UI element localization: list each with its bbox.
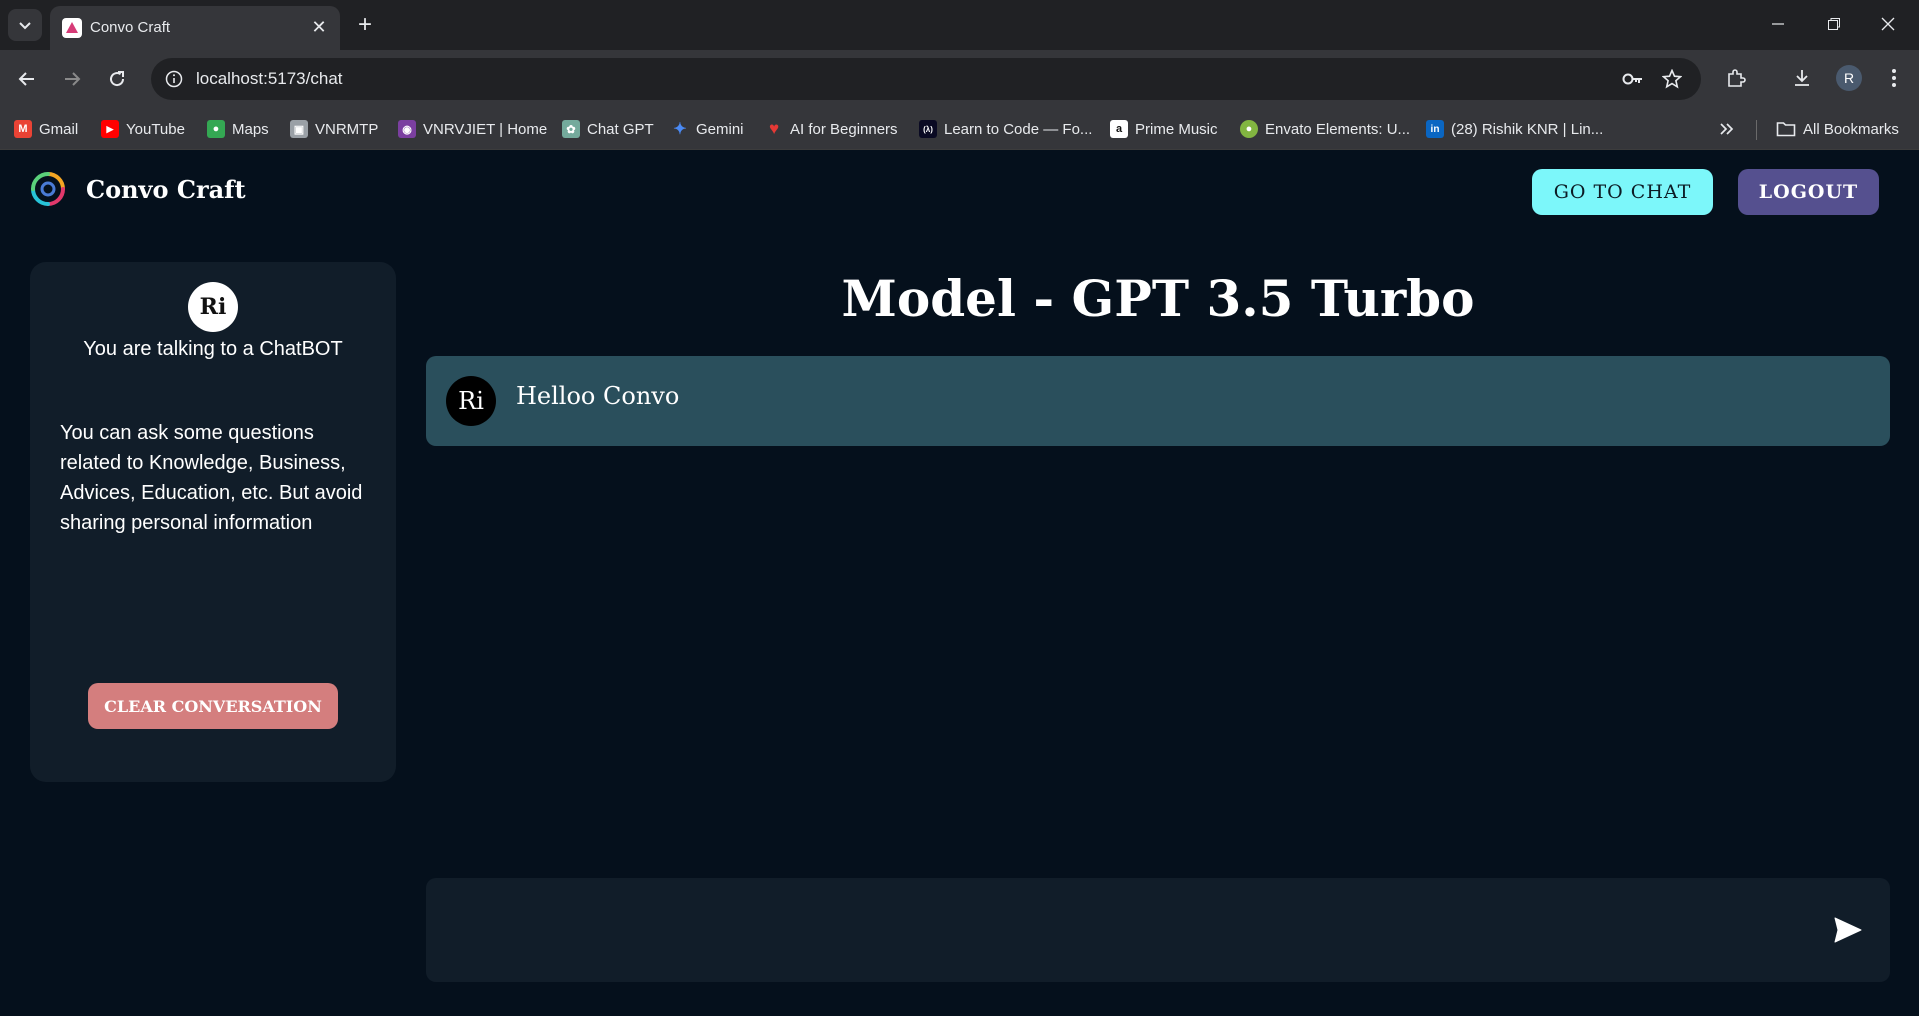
address-bar[interactable]: localhost:5173/chat [151, 58, 1701, 100]
close-tab-icon[interactable]: ✕ [308, 16, 330, 38]
browser-tab-strip: Convo Craft ✕ + [0, 0, 1919, 50]
heart-icon: ♥ [768, 119, 780, 138]
chatgpt-icon: ✿ [562, 120, 580, 138]
download-icon[interactable] [1788, 64, 1816, 92]
browser-toolbar: localhost:5173/chat R [0, 50, 1919, 108]
bookmark-gemini[interactable]: ✦ Gemini [671, 117, 744, 141]
bookmark-maps[interactable]: ● Maps [207, 117, 269, 141]
browser-menu-icon[interactable] [1880, 64, 1908, 92]
sidebar-description: You can ask some questions related to Kn… [60, 422, 363, 534]
all-bookmarks-button[interactable]: All Bookmarks [1776, 117, 1899, 141]
bookmark-ai-for-beginners[interactable]: ♥ AI for Beginners [765, 117, 898, 141]
bookmark-vnrvjiet[interactable]: ◉ VNRVJIET | Home [398, 117, 547, 141]
bookmark-label: VNRMTP [315, 120, 379, 138]
logout-button[interactable]: LOGOUT [1738, 169, 1879, 215]
bookmark-label: (28) Rishik KNR | Lin... [1451, 120, 1604, 138]
bookmarks-bar: M Gmail ▶ YouTube ● Maps ▣ VNRMTP ◉ VNRV… [0, 108, 1919, 150]
gemini-icon: ✦ [673, 121, 687, 138]
chat-input[interactable] [446, 898, 1816, 962]
amazon-icon: a [1110, 120, 1128, 138]
chat-sidebar: Ri You are talking to a ChatBOT You can … [30, 262, 396, 782]
bookmark-label: Learn to Code — Fo... [944, 120, 1093, 138]
bookmark-linkedin[interactable]: in (28) Rishik KNR | Lin... [1426, 117, 1603, 141]
bookmark-label: Chat GPT [587, 120, 654, 138]
send-button[interactable] [1831, 913, 1865, 947]
convo-craft-logo-icon [31, 172, 65, 206]
user-avatar: Ri [188, 282, 238, 332]
app-viewport: Convo Craft GO TO CHAT LOGOUT Ri You are… [0, 151, 1919, 1016]
site-info-icon[interactable] [163, 68, 185, 90]
extensions-icon[interactable] [1722, 64, 1750, 92]
freecodecamp-icon: (λ) [919, 120, 937, 138]
model-title: Model - GPT 3.5 Turbo [841, 269, 1475, 328]
sidebar-title: You are talking to a ChatBOT [83, 338, 343, 360]
forward-button[interactable] [56, 63, 88, 95]
bookmark-freecodecamp[interactable]: (λ) Learn to Code — Fo... [919, 117, 1092, 141]
all-bookmarks-label: All Bookmarks [1803, 120, 1899, 138]
reload-icon [110, 71, 125, 87]
bookmark-vnrmtp[interactable]: ▣ VNRMTP [290, 117, 378, 141]
bookmark-label: VNRVJIET | Home [423, 120, 548, 138]
maps-pin-icon: ● [207, 120, 225, 138]
message-text: Helloo Convo [516, 382, 680, 410]
minimize-button[interactable] [1756, 8, 1800, 40]
youtube-icon: ▶ [101, 120, 119, 138]
bookmark-label: Envato Elements: U... [1265, 120, 1411, 138]
bookmark-prime-music[interactable]: a Prime Music [1110, 117, 1218, 141]
go-to-chat-button[interactable]: GO TO CHAT [1532, 169, 1713, 215]
convo-craft-favicon-icon [62, 18, 82, 38]
reload-button[interactable] [101, 63, 133, 95]
linkedin-icon: in [1426, 120, 1444, 138]
restore-button[interactable] [1812, 8, 1856, 40]
bookmark-label: AI for Beginners [790, 120, 898, 138]
restore-icon [1828, 18, 1840, 30]
minimize-icon [1772, 23, 1784, 25]
tab-search-button[interactable] [8, 9, 42, 41]
clear-conversation-button[interactable]: CLEAR CONVERSATION [88, 683, 338, 729]
password-key-icon[interactable] [1621, 67, 1645, 91]
bookmark-youtube[interactable]: ▶ YouTube [101, 117, 185, 141]
message-avatar: Ri [446, 376, 496, 426]
arrow-left-icon [18, 72, 34, 86]
bookmark-star-icon[interactable] [1660, 67, 1684, 91]
bookmark-envato[interactable]: ● Envato Elements: U... [1240, 117, 1410, 141]
bookmark-gmail[interactable]: M Gmail [14, 117, 78, 141]
close-window-button[interactable] [1866, 8, 1910, 40]
new-tab-button[interactable]: + [352, 11, 378, 38]
arrow-right-icon [65, 72, 81, 86]
vnrmtp-icon: ▣ [290, 120, 308, 138]
send-icon [1834, 917, 1862, 943]
folder-icon [1776, 122, 1796, 137]
brand-name: Convo Craft [86, 175, 246, 204]
chat-input-bar [426, 878, 1890, 982]
bookmark-label: Maps [232, 120, 269, 138]
url-text: localhost:5173/chat [196, 69, 343, 88]
bookmark-label: YouTube [126, 120, 185, 138]
bookmark-chat-gpt[interactable]: ✿ Chat GPT [562, 117, 654, 141]
close-icon [1881, 17, 1895, 31]
chevron-down-icon [19, 22, 31, 30]
double-chevron-right-icon [1720, 123, 1734, 135]
envato-leaf-icon: ● [1240, 120, 1258, 138]
profile-avatar[interactable]: R [1836, 65, 1862, 91]
back-button[interactable] [11, 63, 43, 95]
tab-title: Convo Craft [90, 19, 171, 36]
browser-tab[interactable]: Convo Craft ✕ [50, 6, 340, 50]
vnrvjiet-icon: ◉ [398, 120, 416, 138]
bookmark-label: Prime Music [1135, 120, 1218, 138]
bookmark-label: Gemini [696, 120, 744, 138]
bookmark-label: Gmail [39, 120, 79, 138]
more-bookmarks-button[interactable] [1718, 117, 1734, 141]
chat-message: Ri Helloo Convo [426, 356, 1890, 446]
bookmarks-divider [1756, 120, 1757, 140]
gmail-icon: M [14, 120, 32, 138]
